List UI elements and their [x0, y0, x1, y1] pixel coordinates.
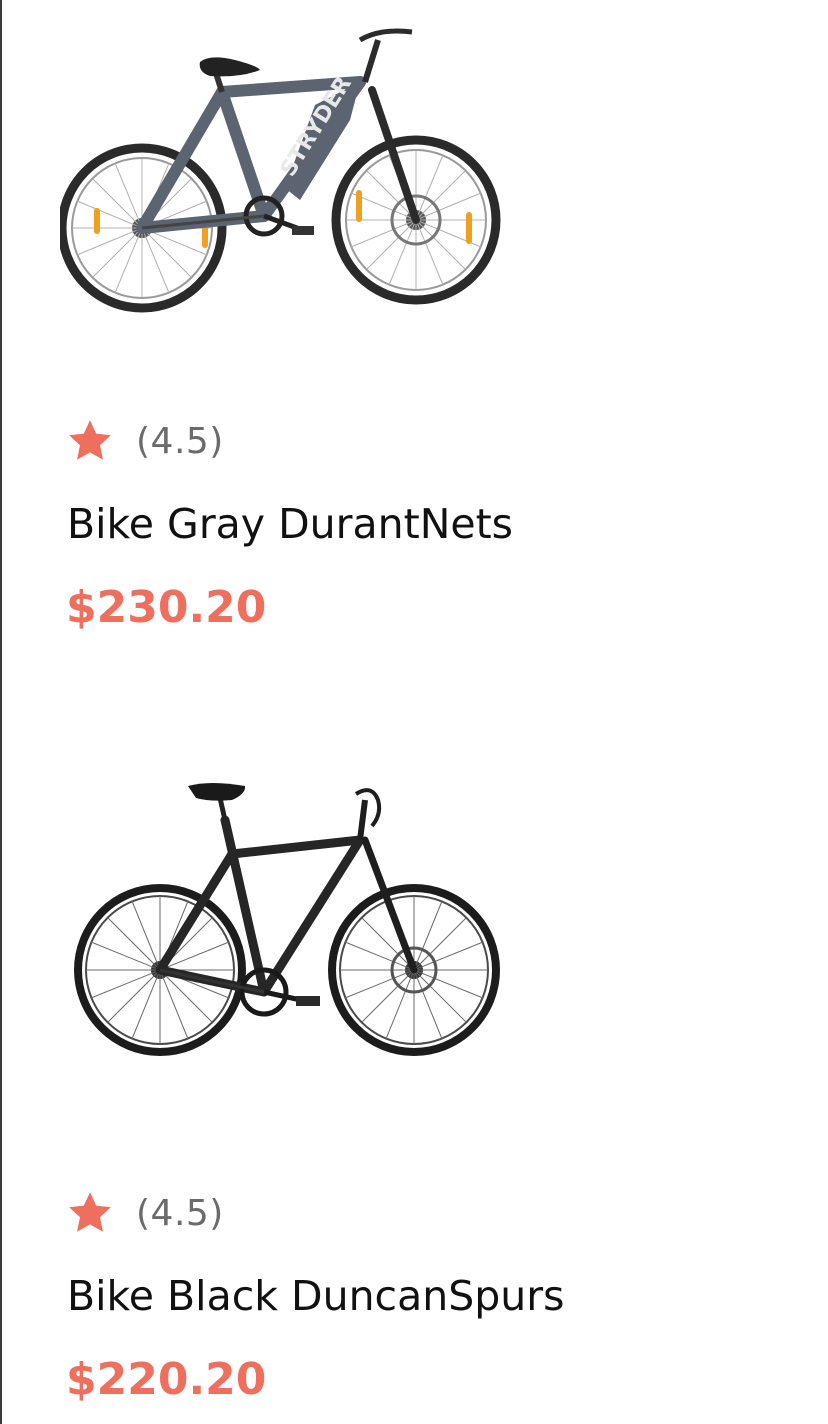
product-card-1[interactable]: STRYDER (4.5) Bike Gray DurantNets $230.…	[0, 0, 828, 700]
rating: (4.5)	[66, 1188, 224, 1238]
bike-black-image	[74, 783, 500, 1056]
product-price: $230.20	[66, 582, 267, 633]
rating: (4.5)	[66, 416, 224, 466]
product-image[interactable]: STRYDER	[57, 10, 520, 330]
product-name[interactable]: Bike Gray DurantNets	[67, 500, 513, 548]
star-icon	[69, 1192, 111, 1232]
rating-value: (4.5)	[136, 1192, 224, 1234]
product-card-2[interactable]: (4.5) Bike Black DuncanSpurs $220.20	[0, 700, 828, 1424]
bike-gray-image: STRYDER	[57, 28, 501, 313]
product-name[interactable]: Bike Black DuncanSpurs	[67, 1272, 564, 1320]
rating-value: (4.5)	[136, 420, 224, 462]
product-image[interactable]	[60, 770, 520, 1090]
product-price: $220.20	[66, 1354, 267, 1405]
star-icon	[69, 420, 111, 460]
